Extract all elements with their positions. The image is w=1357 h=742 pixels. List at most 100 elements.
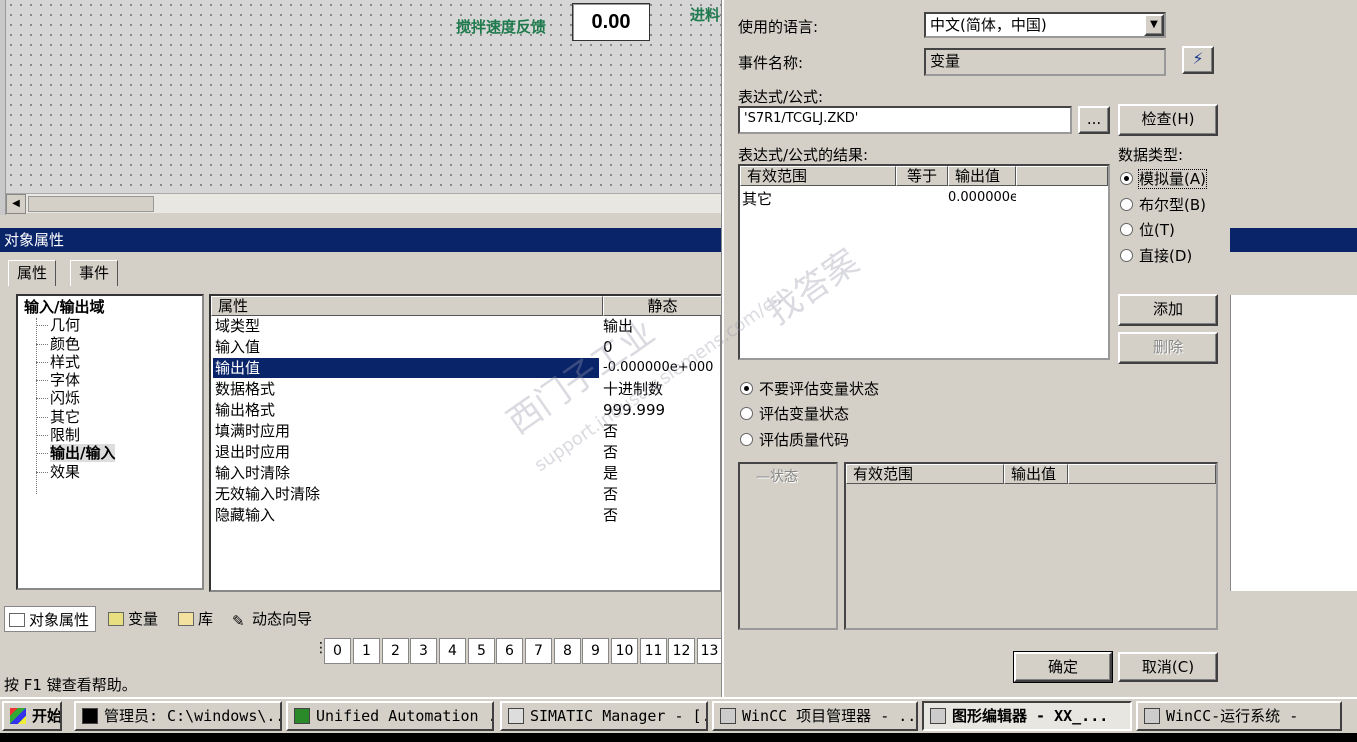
col-header-equal[interactable]: 等于 [896,166,948,186]
tab-properties[interactable]: 属性 [8,260,57,286]
col-header-static[interactable]: 静态 [603,296,722,316]
layer-button-2[interactable]: 2 [382,638,409,664]
tree-item-limits[interactable]: 限制 [24,426,202,444]
bottom-tab-label: 对象属性 [29,611,90,629]
layer-button-13[interactable]: 13 [697,638,722,664]
table-row[interactable]: 退出时应用 否 [211,442,722,463]
col-header-output[interactable]: 输出值 [948,166,1016,186]
tree-item-font[interactable]: 字体 [24,371,202,389]
result-list[interactable]: 有效范围 等于 输出值 其它 0.000000e [738,164,1110,360]
tree-item-style[interactable]: 样式 [24,353,202,371]
status-bar-text: 按 F1 键查看帮助。 [4,676,137,694]
row-value: 999.999 [603,401,666,419]
add-button[interactable]: 添加 [1118,294,1218,326]
tree-item-effects[interactable]: 效果 [24,463,202,481]
tree-item-geometry[interactable]: 几何 [24,316,202,334]
radio-eval-status[interactable]: 评估变量状态 [740,403,849,424]
radio-boolean[interactable]: 布尔型(B) [1120,194,1206,215]
col-header-property[interactable]: 属性 [211,296,603,316]
table-row[interactable]: 输出格式 999.999 [211,400,722,421]
radio-eval-quality[interactable]: 评估质量代码 [740,429,849,450]
tree-item-misc[interactable]: 其它 [24,408,202,426]
layer-button-10[interactable]: 10 [611,638,638,664]
row-value: 十进制数 [603,380,664,398]
radio-direct[interactable]: 直接(D) [1120,245,1192,266]
expression-label: 表达式/公式: [738,88,824,106]
radio-label: 评估质量代码 [759,431,850,449]
bottom-tab-object-properties[interactable]: 对象属性 [4,606,97,632]
tree-item-output-input[interactable]: 输出/输入 [24,444,202,463]
tree-item-flash[interactable]: 闪烁 [24,389,202,407]
bottom-tab-tags[interactable]: 变量 [104,606,164,632]
tab-events[interactable]: 事件 [70,260,119,286]
scroll-thumb[interactable] [28,196,154,212]
taskbar-item-simatic[interactable]: SIMATIC Manager - [... [500,701,708,731]
table-row[interactable]: 无效输入时清除 否 [211,484,722,505]
radio-dot [740,382,753,395]
check-button[interactable]: 检查(H) [1118,104,1218,136]
layer-button-6[interactable]: 6 [496,638,523,664]
table-row[interactable]: 隐藏输入 否 [211,505,722,526]
status-col-output: 输出值 [1004,464,1068,484]
radio-no-eval-status[interactable]: 不要评估变量状态 [740,378,879,399]
object-properties-titlebar: 对象属性 [0,228,722,252]
result-row-range[interactable]: 其它 [742,188,772,209]
expression-input[interactable]: 'S7R1/TCGLJ.ZKD' [738,106,1072,134]
result-label: 表达式/公式的结果: [738,146,869,164]
layer-button-9[interactable]: 9 [582,638,609,664]
row-name: 输入时清除 [215,464,291,482]
table-row[interactable]: 填满时应用 否 [211,421,722,442]
radio-dot [1120,249,1133,262]
bottom-tab-library[interactable]: 库 [174,606,219,632]
tree-item-color[interactable]: 颜色 [24,335,202,353]
taskbar-label: 管理员: C:\windows\... [104,707,282,725]
property-tree: 输入/输出域 几何 颜色 样式 字体 闪烁 其它 限制 输出/输入 效果 [16,294,204,590]
taskbar-item-graphics-designer[interactable]: 图形编辑器 - XX_... [922,701,1132,731]
language-dropdown[interactable]: 中文(简体，中国) ▼ [924,12,1166,38]
ok-button[interactable]: 确定 [1013,651,1113,683]
table-row[interactable]: 数据格式 十进制数 [211,379,722,400]
delete-button[interactable]: 删除 [1118,332,1218,364]
status-col-range: 有效范围 [846,464,1004,484]
layer-button-8[interactable]: 8 [554,638,581,664]
taskbar-item-wincc-explorer[interactable]: WinCC 项目管理器 - ... [712,701,918,731]
radio-analog[interactable]: 模拟量(A) [1120,168,1207,189]
status-header-dash: — [756,469,770,485]
layer-button-4[interactable]: 4 [439,638,466,664]
canvas-horizontal-scrollbar[interactable]: ◀ [6,193,722,214]
browse-tag-button[interactable]: ... [1078,106,1110,134]
bottom-tab-dynamic-wizard[interactable]: ✎ 动态向导 [228,606,318,632]
taskbar-item-unified-automation[interactable]: Unified Automation ... [286,701,494,731]
stir-speed-label: 搅拌速度反馈 [456,18,547,36]
tree-root[interactable]: 输入/输出域 [24,298,202,316]
layer-button-3[interactable]: 3 [410,638,437,664]
folder-icon [178,612,194,626]
cancel-button[interactable]: 取消(C) [1118,652,1218,682]
table-row[interactable]: 输入时清除 是 [211,463,722,484]
layer-button-12[interactable]: 12 [668,638,695,664]
taskbar-label: 图形编辑器 - XX_... [952,707,1109,725]
table-row[interactable]: 输入值 0 [211,337,722,358]
table-row-selected[interactable]: 输出值 -0.000000e+000 [211,358,722,379]
start-label: 开始 [32,707,62,725]
start-button[interactable]: 开始 [2,701,62,731]
radio-bit[interactable]: 位(T) [1120,219,1175,240]
taskbar-item-wincc-runtime[interactable]: WinCC-运行系统 - [1136,701,1342,731]
chevron-down-icon[interactable]: ▼ [1144,14,1164,36]
windows-logo-icon [10,708,26,724]
layer-button-5[interactable]: 5 [468,638,495,664]
datatype-label: 数据类型: [1118,146,1184,164]
scroll-left-icon[interactable]: ◀ [6,194,26,214]
io-field-stir-speed[interactable]: 0.00 [572,3,650,41]
layer-button-1[interactable]: 1 [353,638,380,664]
table-row[interactable]: 域类型 输出 [211,316,722,337]
row-name: 数据格式 [215,380,276,398]
row-name: 域类型 [215,317,261,335]
layer-button-11[interactable]: 11 [640,638,667,664]
event-name-field: 变量 [924,48,1166,76]
layer-button-7[interactable]: 7 [525,638,552,664]
event-lightning-button[interactable]: ⚡ [1182,46,1214,74]
taskbar-item-cmd[interactable]: 管理员: C:\windows\... [74,701,282,731]
col-header-range[interactable]: 有效范围 [740,166,896,186]
layer-button-0[interactable]: 0 [324,638,351,664]
